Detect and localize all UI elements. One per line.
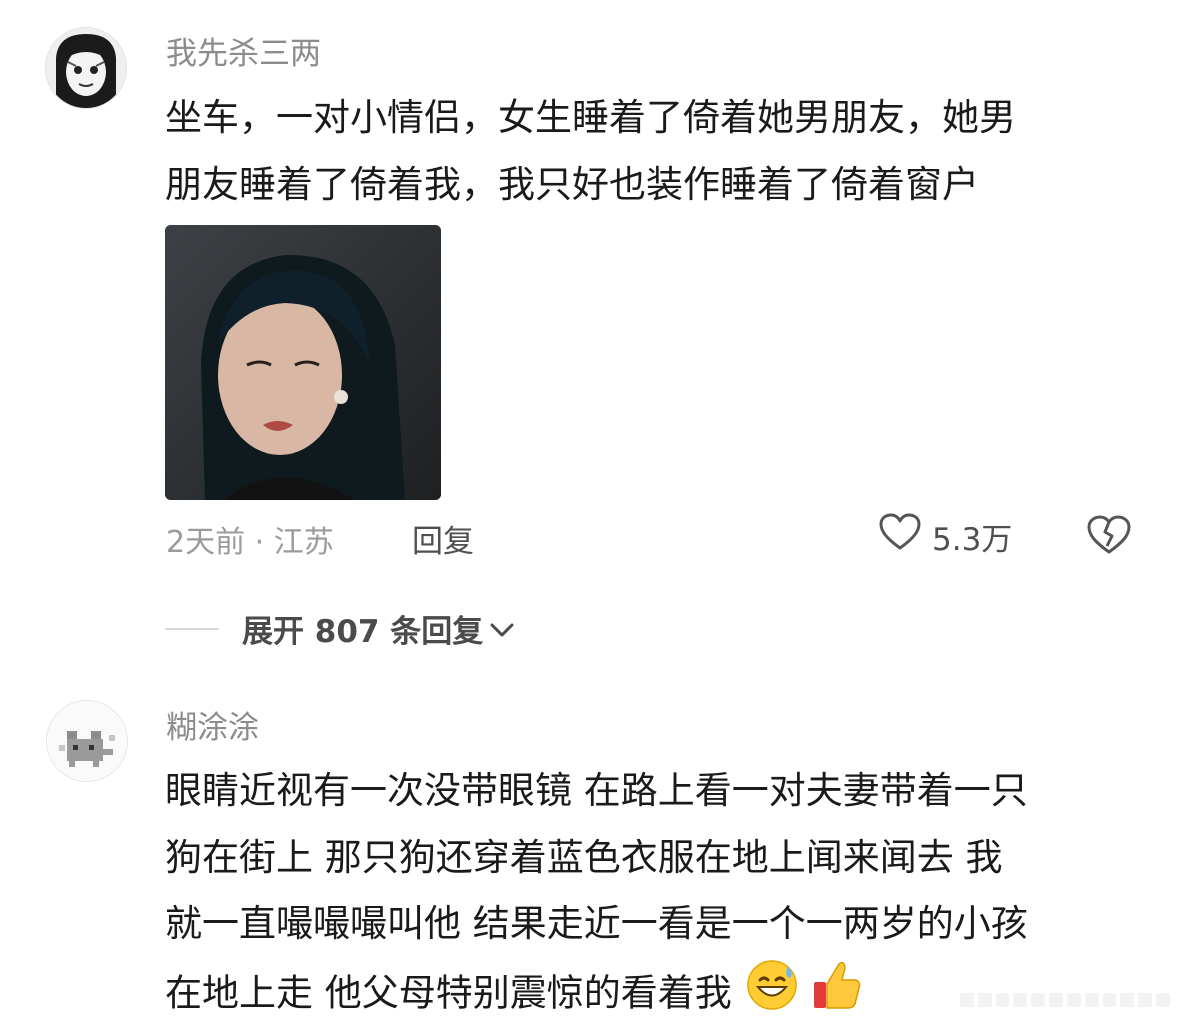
comment-text-line: 就一直嘬嘬嘬叫他 结果走近一看是一个一两岁的小孩 [165, 902, 1028, 945]
expand-replies-label: 展开 807 条回复 [242, 614, 484, 650]
comment-username[interactable]: 糊涂涂 [166, 702, 259, 747]
broken-heart-icon [1086, 515, 1132, 560]
comment-text-line: 在地上走 他父母特别震惊的看着我 [165, 956, 863, 1034]
dislike-button[interactable] [1086, 514, 1132, 560]
like-count: 5.3万 [932, 521, 1013, 558]
comment-text-line: 朋友睡着了倚着我，我只好也装作睡着了倚着窗户 [165, 163, 979, 206]
grinning-sweat-face-icon [744, 956, 800, 1034]
thumbs-up-icon [811, 956, 863, 1034]
comment-text-line: 坐车，一对小情侣，女生睡着了倚着她男朋友，她男 [165, 96, 1016, 139]
heart-outline-icon [878, 512, 922, 560]
comment-text: 在地上走 他父母特别震惊的看着我 [165, 971, 732, 1015]
reply-button[interactable]: 回复 [412, 516, 474, 561]
comment-text-line: 眼睛近视有一次没带眼镜 在路上看一对夫妻带着一只 [165, 769, 1028, 812]
divider [165, 628, 219, 630]
user-avatar[interactable] [46, 700, 128, 782]
watermark [960, 984, 1170, 1016]
expand-replies-button[interactable]: 展开 807 条回复 [242, 606, 515, 651]
comment-text-line: 狗在街上 那只狗还穿着蓝色衣服在地上闻来闻去 我 [165, 836, 1003, 879]
comment-image[interactable] [165, 225, 441, 500]
user-avatar[interactable] [45, 27, 127, 109]
chevron-down-icon [489, 611, 515, 647]
comment-meta: 2天前 · 江苏 [166, 525, 334, 560]
comment-username[interactable]: 我先杀三两 [166, 28, 321, 73]
like-button[interactable]: 5.3万 [878, 512, 1012, 560]
